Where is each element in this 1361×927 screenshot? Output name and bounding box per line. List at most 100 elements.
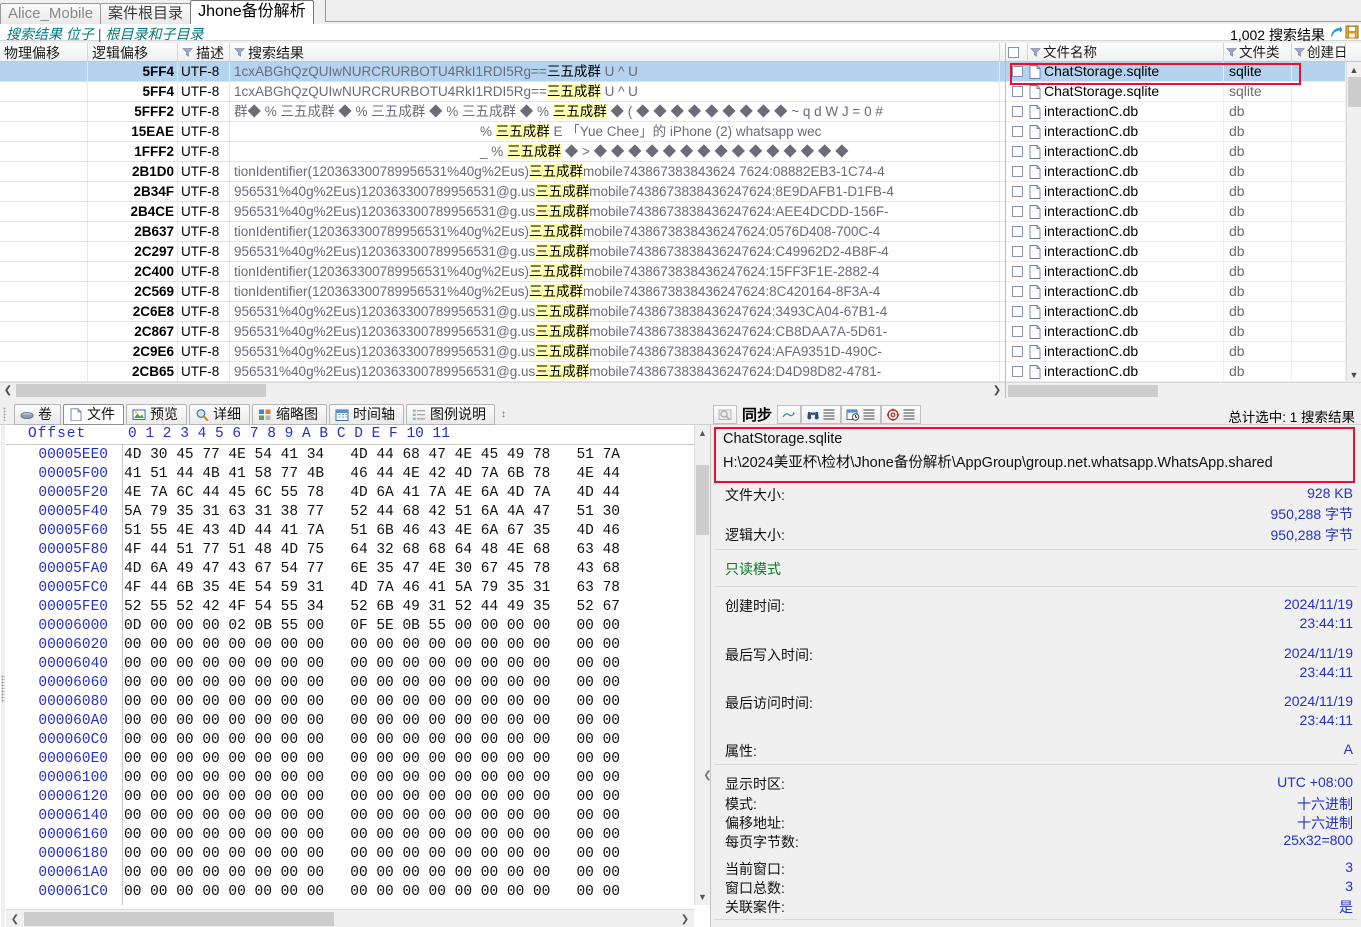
hex-scroll-left-icon[interactable]: ❮	[8, 912, 22, 926]
table-row[interactable]: 2CB65 UTF-8 956531%40g%2Eus)12036330078995…	[0, 362, 1005, 382]
row-checkbox[interactable]	[1011, 266, 1023, 277]
file-list-column-header-0[interactable]: 文件名称	[1028, 43, 1224, 62]
table-row[interactable]: 2C6E8 UTF-8 956531%40g%2Eus)12036330078995…	[0, 302, 1005, 322]
case-tab-0[interactable]: Alice_Mobile	[0, 3, 102, 24]
search-results-grid[interactable]: 物理偏移 逻辑偏移 描述 搜索结果 5FF4 UTF-8 1cxABGhQzQUIwNUR…	[0, 43, 1005, 398]
row-checkbox[interactable]	[1011, 366, 1023, 377]
row-checkbox-cell[interactable]	[1006, 82, 1028, 102]
table-row[interactable]: 2B637 UTF-8 tionIdentifier(120363300789956…	[0, 222, 1005, 242]
hex-pane-grip[interactable]	[1, 425, 5, 927]
row-checkbox-cell[interactable]	[1006, 122, 1028, 142]
row-checkbox-cell[interactable]	[1006, 142, 1028, 162]
hex-row[interactable]: 000060E0 00 00 00 00 00 00 00 00 00 00 00…	[6, 749, 694, 768]
hex-row[interactable]: 000061C0 00 00 00 00 00 00 00 00 00 00 00…	[6, 882, 694, 901]
hex-row[interactable]: 00006060 00 00 00 00 00 00 00 00 00 00 00…	[6, 673, 694, 692]
filter-funnel-icon[interactable]	[1030, 48, 1041, 57]
list-item[interactable]: ChatStorage.sqlite sqlite	[1006, 62, 1347, 82]
hex-row[interactable]: 000061A0 00 00 00 00 00 00 00 00 00 00 00…	[6, 863, 694, 882]
hex-hscroll-thumb[interactable]	[24, 912, 334, 926]
table-row[interactable]: 5FF4 UTF-8 1cxABGhQzQUIwNURCRURBOTU4RkI1RD…	[0, 82, 1005, 102]
table-row[interactable]: 2B34F UTF-8 956531%40g%2Eus)12036330078995…	[0, 182, 1005, 202]
toolbar-button-0[interactable]	[713, 405, 737, 424]
list-item[interactable]: interactionC.db db	[1006, 361, 1347, 382]
hex-row[interactable]: 00005F40 5A 79 35 31 63 31 38 77 52 44 68…	[6, 502, 694, 521]
table-row[interactable]: 5FF4 UTF-8 1cxABGhQzQUIwNURCRURBOTU4RkI1RD…	[0, 62, 1005, 82]
table-row[interactable]: 2C867 UTF-8 956531%40g%2Eus)12036330078995…	[0, 322, 1005, 342]
table-row[interactable]: 2C297 UTF-8 956531%40g%2Eus)12036330078995…	[0, 242, 1005, 262]
hex-row[interactable]: 000060A0 00 00 00 00 00 00 00 00 00 00 00…	[6, 711, 694, 730]
vscroll-thumb[interactable]	[1348, 77, 1361, 107]
hex-row[interactable]: 00005EE0 4D 30 45 77 4E 54 41 34 4D 44 68…	[6, 445, 694, 464]
row-checkbox-cell[interactable]	[1006, 162, 1028, 182]
row-checkbox[interactable]	[1011, 346, 1023, 357]
scroll-right-icon[interactable]: ❯	[989, 383, 1005, 398]
tab-disk[interactable]: 卷	[14, 404, 61, 425]
row-checkbox[interactable]	[1011, 246, 1023, 257]
hex-row[interactable]: 00006100 00 00 00 00 00 00 00 00 00 00 00…	[6, 768, 694, 787]
breadcrumb[interactable]: 搜索结果 位子 | 根目录和子目录	[6, 24, 204, 44]
search-grid-column-header-3[interactable]: 搜索结果	[230, 43, 1000, 62]
case-tab-1[interactable]: 案件根目录	[100, 3, 192, 24]
toolbar-button-4[interactable]	[841, 405, 882, 424]
row-checkbox[interactable]	[1011, 186, 1023, 197]
scroll-up-icon[interactable]: ▲	[1347, 62, 1361, 77]
filter-funnel-icon[interactable]	[1226, 48, 1237, 57]
search-grid-column-header-0[interactable]: 物理偏移	[0, 43, 88, 62]
toolbar-button-2[interactable]	[777, 405, 802, 424]
hex-row[interactable]: 00006020 00 00 00 00 00 00 00 00 00 00 00…	[6, 635, 694, 654]
hex-row[interactable]: 00005F80 4F 44 51 77 51 48 4D 75 64 32 68…	[6, 540, 694, 559]
file-list-vscrollbar[interactable]: ▲ ▼	[1346, 62, 1361, 382]
table-row[interactable]: 2C9E6 UTF-8 956531%40g%2Eus)12036330078995…	[0, 342, 1005, 362]
hex-row[interactable]: 00006000 0D 00 00 00 02 0B 55 00 0F 5E 0B…	[6, 616, 694, 635]
table-row[interactable]: 2B1D0 UTF-8 tionIdentifier(120363300789956…	[0, 162, 1005, 182]
row-checkbox-cell[interactable]	[1006, 102, 1028, 122]
hex-row[interactable]: 00006140 00 00 00 00 00 00 00 00 00 00 00…	[6, 806, 694, 825]
list-item[interactable]: interactionC.db db	[1006, 261, 1347, 282]
breadcrumb-part-2[interactable]: 根目录和子目录	[106, 26, 204, 42]
list-item[interactable]: interactionC.db db	[1006, 281, 1347, 302]
tab-magnifier[interactable]: 详细	[189, 404, 250, 425]
tab-thumbnails[interactable]: 缩略图	[252, 404, 327, 425]
row-checkbox-cell[interactable]	[1006, 222, 1028, 242]
table-row[interactable]: 5FFF2 UTF-8 群◆ % 三五成群 ◆ % 三五成群 ◆ % 三五成群 ◆ …	[0, 102, 1005, 122]
file-list-column-header-1[interactable]: 文件类	[1224, 43, 1292, 62]
list-item[interactable]: interactionC.db db	[1006, 141, 1347, 162]
row-checkbox-cell[interactable]	[1006, 202, 1028, 222]
row-checkbox[interactable]	[1011, 226, 1023, 237]
list-item[interactable]: interactionC.db db	[1006, 321, 1347, 342]
tab-overflow-grip[interactable]: ↕	[499, 406, 508, 424]
toolbar-button-5[interactable]	[881, 405, 922, 424]
hex-scroll-down-icon[interactable]: ▼	[695, 889, 710, 905]
breadcrumb-part-1[interactable]: 搜索结果 位子	[6, 26, 94, 42]
row-checkbox[interactable]	[1011, 306, 1023, 317]
table-row[interactable]: 1FFF2 UTF-8 _ % 三五成群 ◆ > ◆ ◆ ◆ ◆ ◆ ◆ ◆ ◆ ◆…	[0, 142, 1005, 162]
table-row[interactable]: 2C400 UTF-8 tionIdentifier(120363300789956…	[0, 262, 1005, 282]
list-item[interactable]: interactionC.db db	[1006, 301, 1347, 322]
file-list-rows[interactable]: ChatStorage.sqlite sqlite ChatStorage.sqli…	[1006, 62, 1347, 382]
row-checkbox[interactable]	[1011, 166, 1023, 177]
hex-row[interactable]: 00005FA0 4D 6A 49 47 43 67 54 77 6E 35 47…	[6, 559, 694, 578]
row-checkbox[interactable]	[1011, 66, 1023, 77]
hex-vscroll-thumb[interactable]	[696, 465, 709, 535]
hex-row[interactable]: 00005F00 41 51 44 4B 41 58 77 4B 46 44 4E…	[6, 464, 694, 483]
toolbar-button-3[interactable]	[801, 405, 842, 424]
list-item[interactable]: interactionC.db db	[1006, 181, 1347, 202]
scroll-down-icon[interactable]: ▼	[1347, 367, 1361, 382]
list-item[interactable]: ChatStorage.sqlite sqlite	[1006, 81, 1347, 102]
row-checkbox-cell[interactable]	[1006, 182, 1028, 202]
row-checkbox[interactable]	[1011, 206, 1023, 217]
hex-row[interactable]: 000060C0 00 00 00 00 00 00 00 00 00 00 00…	[6, 730, 694, 749]
list-item[interactable]: interactionC.db db	[1006, 341, 1347, 362]
hex-row[interactable]: 00005FE0 52 55 52 42 4F 54 55 34 52 6B 49…	[6, 597, 694, 616]
row-checkbox-cell[interactable]	[1006, 302, 1028, 322]
hex-row[interactable]: 00006160 00 00 00 00 00 00 00 00 00 00 00…	[6, 825, 694, 844]
row-checkbox-cell[interactable]	[1006, 342, 1028, 362]
table-row[interactable]: 2B4CE UTF-8 956531%40g%2Eus)12036330078995…	[0, 202, 1005, 222]
hex-viewer[interactable]: Offset 0 1 2 3 4 5 6 7 8 9 A B C D E F 1…	[0, 425, 710, 927]
hex-row[interactable]: 00005F20 4E 7A 6C 44 45 6C 55 78 4D 6A 41…	[6, 483, 694, 502]
file-list-panel[interactable]: 文件名称 文件类 创建日 ChatStorage.sqlite sqlite ChatS…	[1005, 43, 1361, 398]
search-grid-rows[interactable]: 5FF4 UTF-8 1cxABGhQzQUIwNURCRURBOTU4RkI1RD…	[0, 62, 1005, 382]
file-list-column-header-2[interactable]: 创建日	[1292, 43, 1346, 62]
hex-row[interactable]: 00006180 00 00 00 00 00 00 00 00 00 00 00…	[6, 844, 694, 863]
hex-scroll-up-icon[interactable]: ▲	[695, 425, 710, 441]
